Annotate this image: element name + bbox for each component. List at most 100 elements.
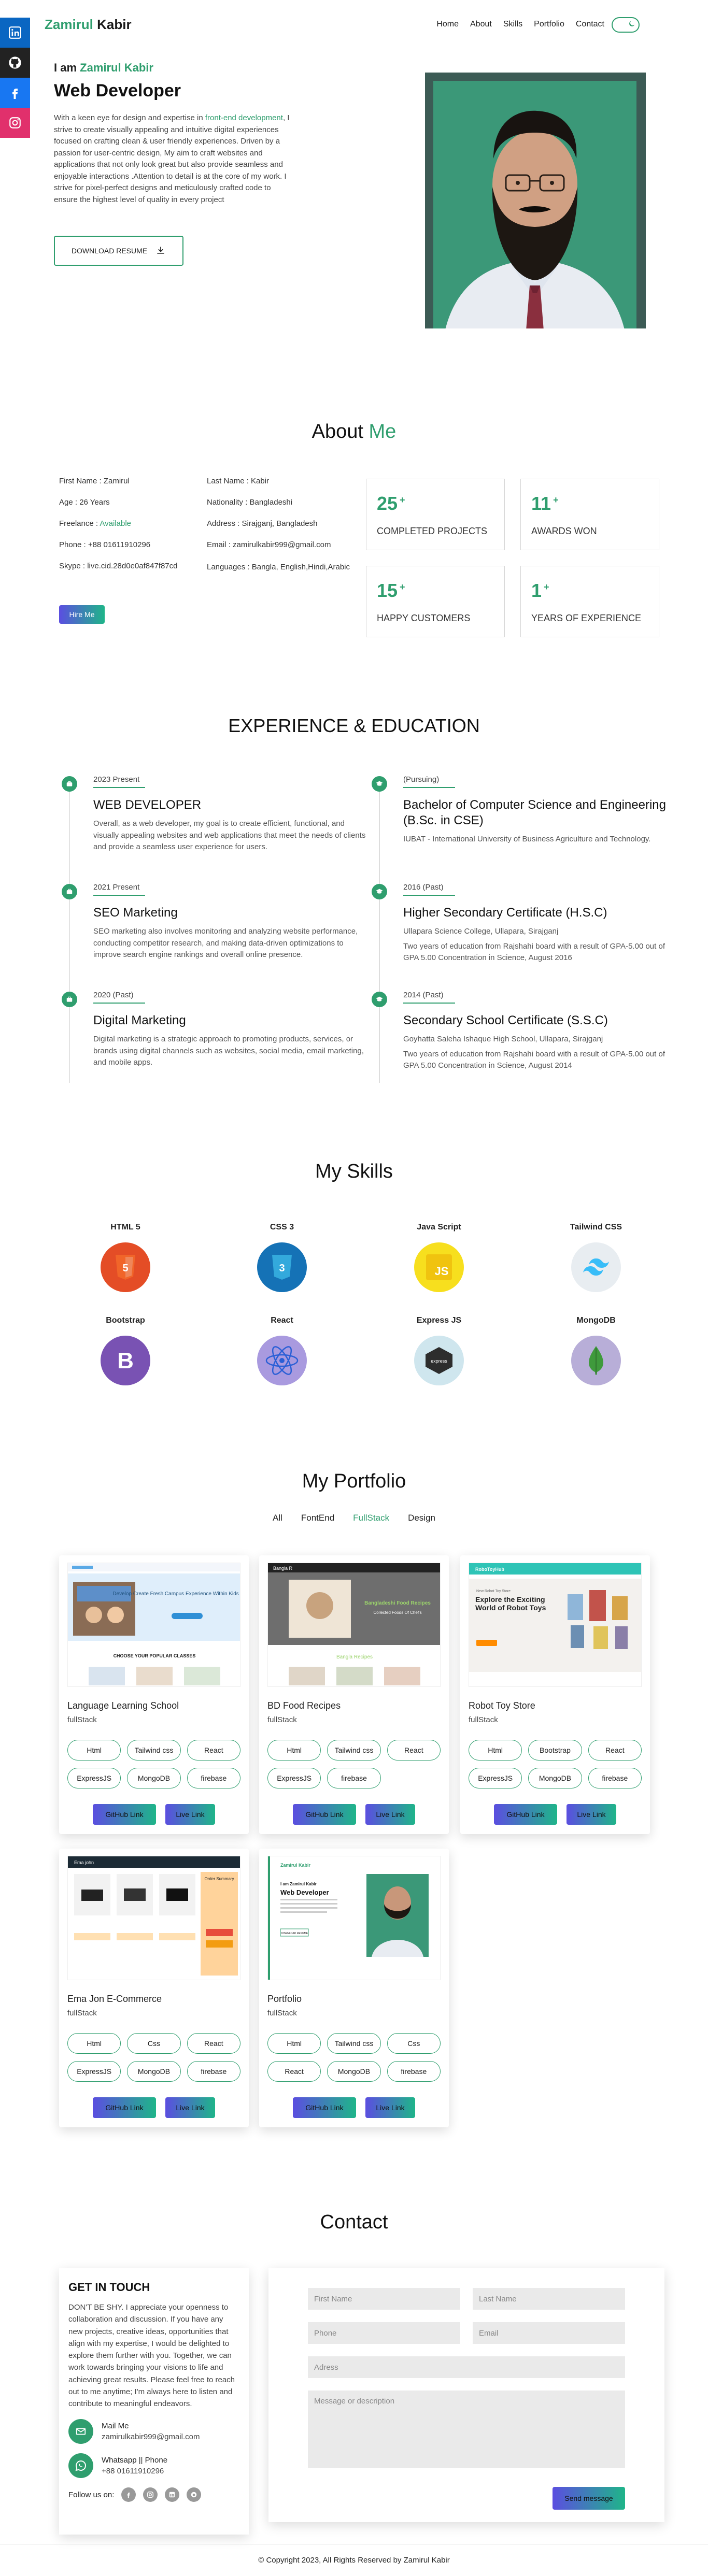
timeline-desc: Two years of education from Rajshahi boa… bbox=[403, 1049, 665, 1070]
nav-contact[interactable]: Contact bbox=[576, 20, 604, 29]
nav-home[interactable]: Home bbox=[436, 20, 459, 29]
linkedin-icon[interactable] bbox=[0, 18, 30, 48]
stat-plus: + bbox=[400, 495, 405, 505]
github-icon[interactable] bbox=[0, 48, 30, 78]
last-name-field[interactable] bbox=[473, 2288, 625, 2310]
timeline-date: 2020 (Past) bbox=[93, 991, 134, 999]
live-link-button[interactable]: Live Link bbox=[165, 2097, 215, 2118]
project-category: fullStack bbox=[267, 1715, 297, 1724]
mail-value[interactable]: zamirulkabir999@gmail.com bbox=[102, 2432, 200, 2441]
react-icon bbox=[257, 1336, 307, 1385]
project-tags: Html Css React ExpressJS MongoDB firebas… bbox=[67, 2033, 240, 2082]
moon-icon bbox=[628, 20, 636, 31]
nav-about[interactable]: About bbox=[470, 20, 492, 29]
github-link-button[interactable]: GitHub Link bbox=[293, 1804, 356, 1825]
project-links: GitHub Link Live Link bbox=[267, 1804, 441, 1825]
project-tags: Html Tailwind css React ExpressJS fireba… bbox=[267, 1740, 441, 1788]
phone-field[interactable] bbox=[308, 2322, 460, 2344]
site-logo[interactable]: Zamirul Kabir bbox=[45, 17, 132, 33]
experience-timeline: 2023 Present WEB DEVELOPER Overall, as a… bbox=[62, 775, 370, 1098]
date-underline bbox=[403, 787, 455, 788]
follow-label: Follow us on: bbox=[68, 2490, 115, 2499]
thumb-section: Bangla Recipes bbox=[336, 1654, 373, 1660]
nav-skills[interactable]: Skills bbox=[503, 20, 522, 29]
instagram-icon[interactable] bbox=[0, 108, 30, 138]
hero-role: Web Developer bbox=[54, 81, 181, 101]
skill-css3: CSS 3 3 bbox=[246, 1223, 318, 1292]
graduation-cap-icon bbox=[372, 776, 387, 792]
timeline-date: 2021 Present bbox=[93, 883, 140, 892]
project-thumbnail: RoboToyHub New Robot Toy Store Explore t… bbox=[469, 1563, 642, 1687]
tech-tag: firebase bbox=[187, 1768, 240, 1788]
github-link-button[interactable]: GitHub Link bbox=[93, 2097, 156, 2118]
live-link-button[interactable]: Live Link bbox=[365, 1804, 415, 1825]
send-message-button[interactable]: Send message bbox=[553, 2487, 625, 2510]
github-icon[interactable] bbox=[187, 2487, 202, 2502]
timeline-date: 2023 Present bbox=[93, 775, 140, 784]
stat-card: 1 + YEARS OF EXPERIENCE bbox=[520, 566, 659, 637]
email-field[interactable] bbox=[473, 2322, 625, 2344]
github-link-button[interactable]: GitHub Link bbox=[494, 1804, 557, 1825]
facebook-icon[interactable] bbox=[0, 78, 30, 108]
live-link-button[interactable]: Live Link bbox=[165, 1804, 215, 1825]
timeline-desc: IUBAT - International University of Busi… bbox=[403, 835, 651, 843]
first-name-field[interactable] bbox=[308, 2288, 460, 2310]
tech-tag: Bootstrap bbox=[528, 1740, 582, 1761]
info-nationality: Nationality : Bangladeshi bbox=[207, 498, 293, 507]
address-field[interactable] bbox=[308, 2356, 625, 2378]
download-resume-button[interactable]: DOWNLOAD RESUME bbox=[54, 236, 183, 266]
tech-tag: ExpressJS bbox=[67, 1768, 121, 1788]
svg-text:3: 3 bbox=[279, 1263, 285, 1274]
live-link-button[interactable]: Live Link bbox=[567, 1804, 616, 1825]
phone-value[interactable]: +88 01611910296 bbox=[102, 2467, 167, 2475]
freelance-status: Available bbox=[100, 519, 131, 528]
project-title: BD Food Recipes bbox=[267, 1700, 341, 1711]
download-label: DOWNLOAD RESUME bbox=[71, 247, 148, 255]
css3-icon: 3 bbox=[257, 1242, 307, 1292]
thumb-brand: RoboToyHub bbox=[475, 1567, 504, 1572]
tech-tag: ExpressJS bbox=[67, 2061, 121, 2082]
message-field[interactable] bbox=[308, 2391, 625, 2468]
filter-fullstack[interactable]: FullStack bbox=[353, 1513, 389, 1523]
form-row bbox=[308, 2288, 625, 2310]
skill-mongodb: MongoDB bbox=[560, 1316, 632, 1385]
instagram-icon[interactable] bbox=[143, 2487, 158, 2502]
tech-tag: React bbox=[588, 1740, 642, 1761]
github-link-button[interactable]: GitHub Link bbox=[93, 1804, 156, 1825]
filter-design[interactable]: Design bbox=[408, 1513, 435, 1523]
thumb-greeting: I am Zamirul Kabir bbox=[280, 1882, 317, 1886]
project-title: Robot Toy Store bbox=[469, 1700, 535, 1711]
contact-form: Send message bbox=[268, 2268, 664, 2522]
github-link-button[interactable]: GitHub Link bbox=[293, 2097, 356, 2118]
hero-text: I am Zamirul Kabir Web Developer With a … bbox=[54, 61, 292, 266]
svg-text:JS: JS bbox=[435, 1265, 449, 1278]
skill-express: Express JS express bbox=[403, 1316, 475, 1385]
facebook-icon[interactable] bbox=[121, 2487, 136, 2502]
project-card: Bangla R Bangladeshi Food Recipes Collec… bbox=[259, 1555, 449, 1834]
stat-plus: + bbox=[400, 582, 405, 592]
nav-portfolio[interactable]: Portfolio bbox=[534, 20, 564, 29]
skill-name: HTML 5 bbox=[110, 1223, 140, 1232]
timeline-date: 2016 (Past) bbox=[403, 883, 444, 892]
experience-title: EXPERIENCE & EDUCATION bbox=[228, 715, 480, 736]
timeline-desc: SEO marketing also involves monitoring a… bbox=[93, 927, 358, 959]
theme-toggle[interactable] bbox=[612, 17, 640, 33]
svg-text:5: 5 bbox=[122, 1263, 128, 1274]
get-in-touch-text: DON'T BE SHY. I appreciate your openness… bbox=[68, 2303, 235, 2408]
tech-tag: MongoDB bbox=[528, 1768, 582, 1788]
get-in-touch-card: GET IN TOUCH DON'T BE SHY. I appreciate … bbox=[59, 2268, 249, 2535]
live-link-button[interactable]: Live Link bbox=[365, 2097, 415, 2118]
about-info-grid: First Name : Zamirul Last Name : Kabir A… bbox=[59, 477, 360, 574]
stat-plus: + bbox=[553, 495, 559, 505]
contact-title: Contact bbox=[320, 2211, 388, 2233]
tech-tag: Tailwind css bbox=[327, 1740, 381, 1761]
graduation-cap-icon bbox=[372, 884, 387, 899]
hire-me-button[interactable]: Hire Me bbox=[59, 605, 105, 624]
filter-frontend[interactable]: FontEnd bbox=[301, 1513, 334, 1523]
project-links: GitHub Link Live Link bbox=[67, 2097, 240, 2118]
linkedin-icon[interactable] bbox=[165, 2487, 180, 2502]
tech-tag: firebase bbox=[387, 2061, 441, 2082]
filter-all[interactable]: All bbox=[273, 1513, 282, 1523]
stat-number: 1 bbox=[531, 580, 542, 601]
timeline-item: 2016 (Past) Higher Secondary Certificate… bbox=[372, 883, 680, 991]
